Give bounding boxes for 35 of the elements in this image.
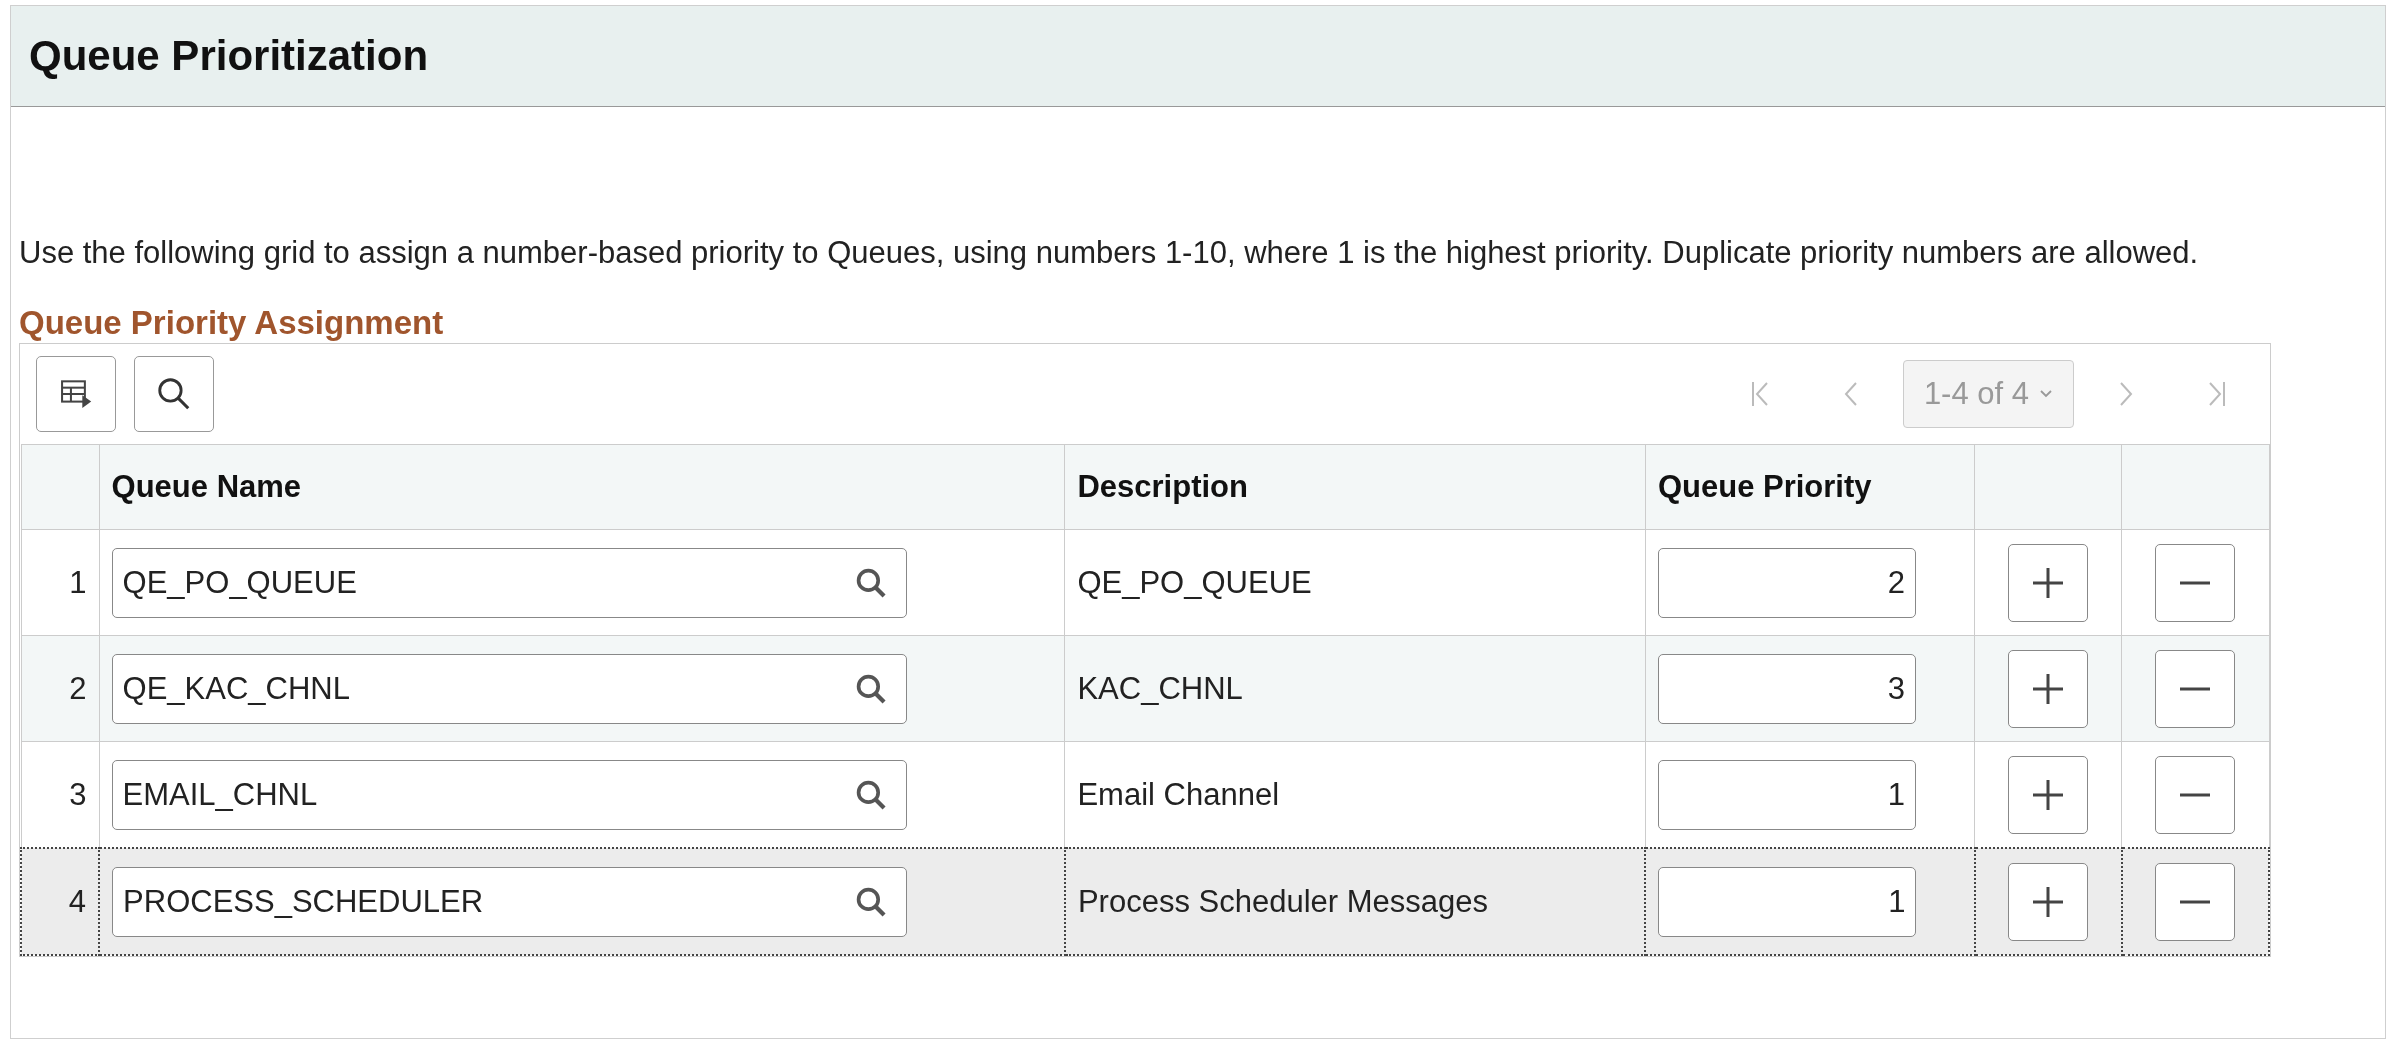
grid-row[interactable]: 3 EMAIL_CHNL Email Channel 1 bbox=[21, 741, 2269, 848]
row-number: 4 bbox=[21, 848, 100, 955]
add-row-button[interactable] bbox=[2008, 862, 2089, 941]
priority-field[interactable]: 3 bbox=[1657, 653, 1916, 724]
queue-name-field[interactable]: EMAIL_CHNL bbox=[111, 759, 907, 830]
instructions-text: Use the following grid to assign a number-based priority to Queues, using numbers 1-10, where 1 is the highest priority. Duplicate priority numbers are allowed. bbox=[19, 234, 2200, 272]
queue-name-field[interactable]: PROCESS_SCHEDULER bbox=[112, 866, 908, 937]
page-title: Queue Prioritization bbox=[29, 32, 429, 80]
search-button[interactable] bbox=[134, 356, 214, 432]
queue-name-field[interactable]: QE_PO_QUEUE bbox=[111, 547, 907, 618]
priority-field[interactable]: 1 bbox=[1657, 759, 1916, 830]
grid-row[interactable]: 2 QE_KAC_CHNL KAC_CHNL 3 bbox=[21, 635, 2269, 742]
section-title: Queue Priority Assignment bbox=[19, 303, 445, 343]
delete-row-button[interactable] bbox=[2155, 755, 2236, 834]
grid-row[interactable]: 4 PROCESS_SCHEDULER Process Scheduler Messages 1 bbox=[21, 848, 2269, 955]
grid-row[interactable]: 1 QE_PO_QUEUE QE_PO_QUEUE 2 bbox=[21, 529, 2269, 636]
priority-field[interactable]: 2 bbox=[1657, 547, 1916, 618]
description-cell: Process Scheduler Messages bbox=[1064, 848, 1646, 955]
add-row-button[interactable] bbox=[2008, 755, 2089, 834]
description-cell: KAC_CHNL bbox=[1064, 635, 1646, 742]
add-row-button[interactable] bbox=[2008, 543, 2089, 622]
row-number: 2 bbox=[21, 635, 100, 742]
column-header: Queue Priority bbox=[1645, 444, 1975, 530]
column-header: Description bbox=[1064, 444, 1646, 530]
delete-row-button[interactable] bbox=[2155, 543, 2236, 622]
personalize-grid-button[interactable] bbox=[36, 356, 116, 432]
row-number: 1 bbox=[21, 529, 100, 636]
column-header: Queue Name bbox=[99, 444, 1065, 530]
add-row-button[interactable] bbox=[2008, 649, 2089, 728]
delete-row-button[interactable] bbox=[2155, 862, 2236, 941]
delete-row-button[interactable] bbox=[2155, 649, 2236, 728]
queue-name-field[interactable]: QE_KAC_CHNL bbox=[111, 653, 907, 724]
priority-field[interactable]: 1 bbox=[1658, 866, 1917, 937]
description-cell: QE_PO_QUEUE bbox=[1064, 529, 1646, 636]
chevron-down-icon bbox=[2039, 389, 2053, 399]
